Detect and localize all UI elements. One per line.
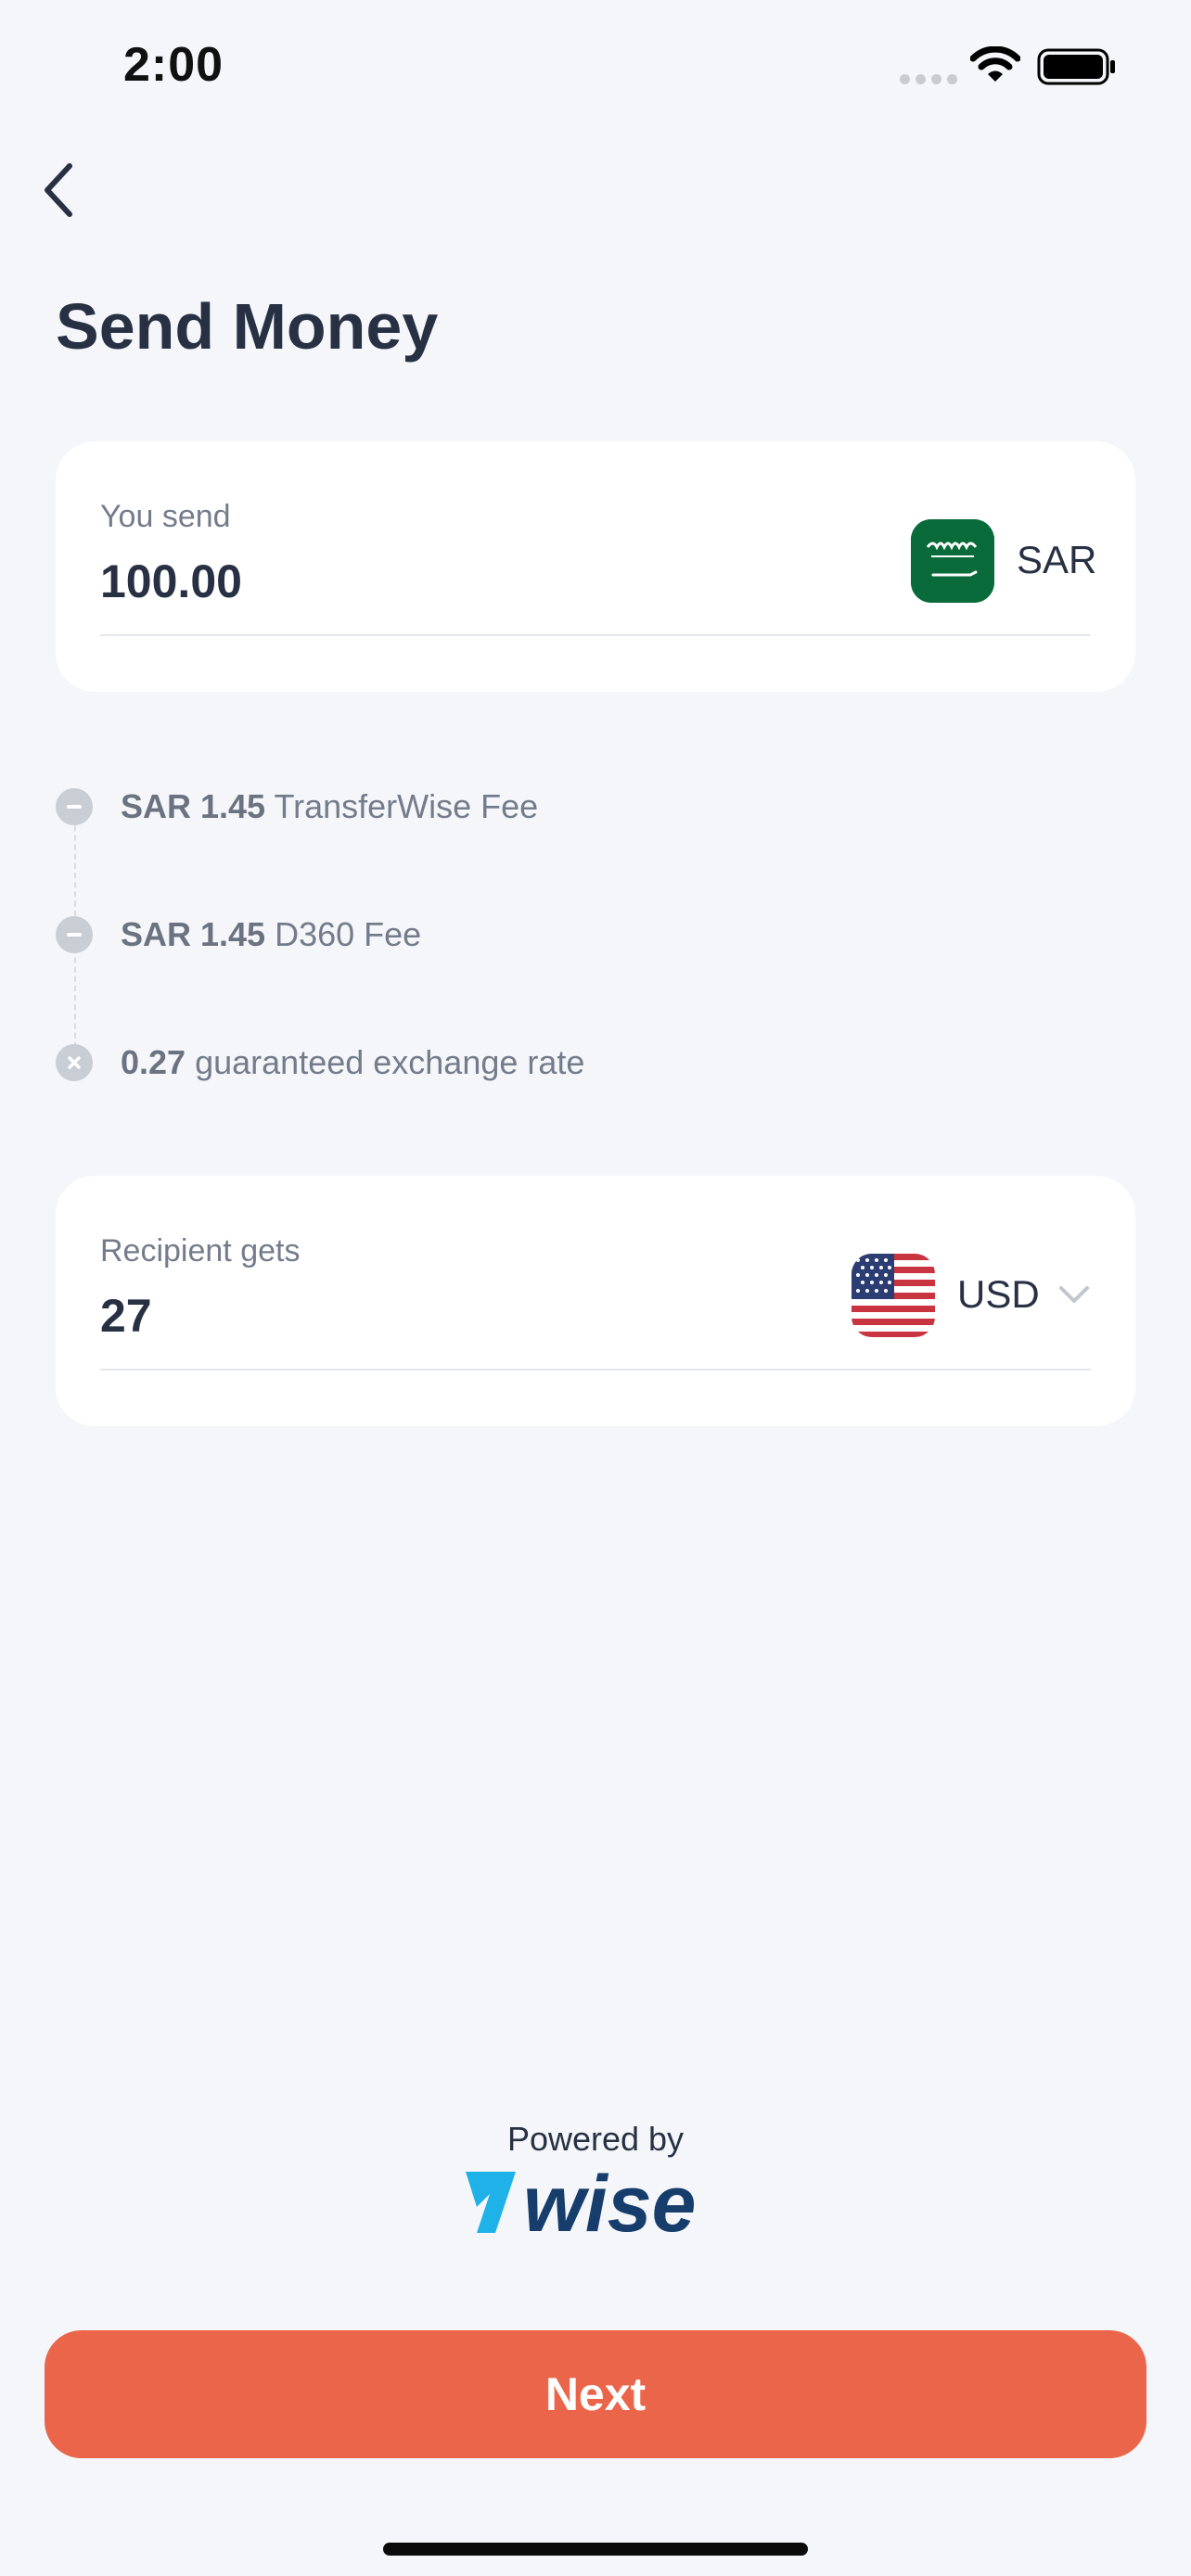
status-time: 2:00	[123, 38, 224, 92]
chevron-left-icon	[45, 163, 72, 217]
fee-row-d360: SAR 1.45 D360 Fee	[56, 914, 421, 955]
receive-amount-input[interactable]: 27	[100, 1289, 152, 1343]
chevron-down-icon[interactable]	[1057, 1283, 1091, 1306]
us-flag-icon	[852, 1254, 935, 1337]
powered-by: Powered by	[0, 2120, 1191, 2159]
minus-icon	[56, 788, 93, 825]
receive-amount-card: Recipient gets 27 USD	[56, 1176, 1135, 1426]
fee-amount: SAR 1.45	[121, 787, 266, 825]
fee-amount: 0.27	[121, 1043, 186, 1081]
fee-text: 0.27 guaranteed exchange rate	[121, 1043, 584, 1082]
receive-currency-code[interactable]: USD	[957, 1272, 1040, 1317]
status-bar: 2:00	[0, 0, 1191, 130]
cellular-signal-icon	[900, 74, 957, 84]
back-button[interactable]	[26, 158, 91, 223]
saudi-flag-icon	[911, 519, 994, 603]
fee-row-exchange-rate: 0.27 guaranteed exchange rate	[56, 1042, 584, 1083]
fee-text: SAR 1.45 D360 Fee	[121, 915, 421, 954]
wise-logo-text: wise	[523, 2166, 696, 2240]
receive-amount-label: Recipient gets	[100, 1233, 301, 1269]
fee-description: guaranteed exchange rate	[195, 1043, 585, 1081]
fee-description: TransferWise Fee	[274, 787, 539, 825]
send-amount-card: You send 100.00 SAR	[56, 441, 1135, 692]
next-button[interactable]: Next	[45, 2330, 1146, 2458]
send-amount-label: You send	[100, 499, 231, 534]
wise-logo: wise	[466, 2166, 696, 2240]
send-amount-input[interactable]: 100.00	[100, 555, 242, 608]
send-currency-code[interactable]: SAR	[1017, 538, 1096, 582]
wifi-icon	[970, 46, 1020, 82]
battery-icon	[1037, 48, 1115, 85]
multiply-icon	[56, 1044, 93, 1081]
fee-row-transferwise: SAR 1.45 TransferWise Fee	[56, 786, 538, 827]
fee-amount: SAR 1.45	[121, 915, 266, 953]
home-indicator	[383, 2543, 808, 2556]
fee-text: SAR 1.45 TransferWise Fee	[121, 787, 538, 826]
minus-icon	[56, 916, 93, 953]
receive-amount-underline	[100, 1369, 1091, 1371]
page-title: Send Money	[56, 290, 439, 363]
fee-description: D360 Fee	[275, 915, 422, 953]
send-amount-underline	[100, 634, 1091, 636]
powered-by-label: Powered by	[506, 2120, 685, 2158]
